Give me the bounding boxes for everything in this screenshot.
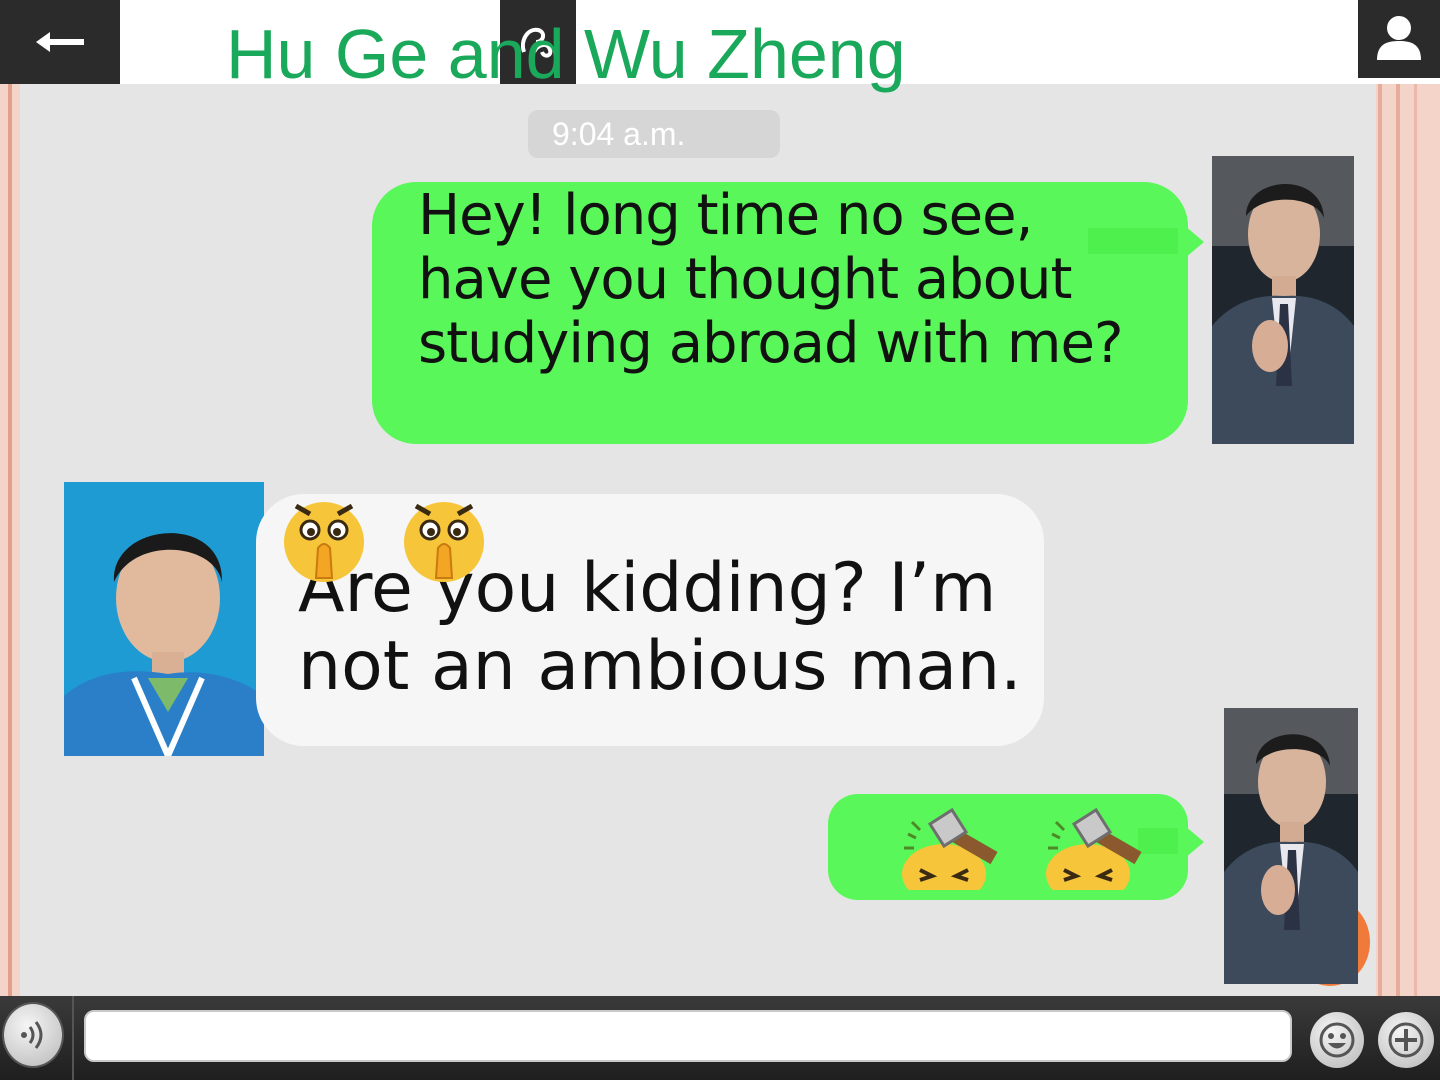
- shh-emoji: [280, 494, 368, 589]
- voice-icon: [21, 1021, 43, 1049]
- profile-button[interactable]: [1358, 0, 1440, 78]
- avatar-hu-ge[interactable]: [1224, 708, 1358, 984]
- shh-emoji: [400, 494, 488, 589]
- slide-frame-left: [0, 84, 20, 996]
- slide-frame-right: [1376, 84, 1440, 996]
- emoji-button[interactable]: [1310, 1012, 1364, 1068]
- message-input[interactable]: [84, 1010, 1292, 1062]
- avatar-hu-ge[interactable]: [1212, 156, 1354, 444]
- voice-button[interactable]: [4, 1004, 62, 1066]
- user-icon: [1377, 16, 1421, 60]
- plus-icon: [1388, 1022, 1424, 1058]
- input-divider: [72, 996, 74, 1080]
- plus-button[interactable]: [1378, 1012, 1434, 1068]
- back-button[interactable]: [0, 0, 120, 84]
- message-timestamp: 9:04 a.m.: [528, 110, 780, 158]
- arrow-left-icon: [36, 32, 84, 52]
- hammer-hit-emoji: [1044, 804, 1148, 904]
- smiley-icon: [1319, 1022, 1355, 1058]
- avatar-wu-zheng[interactable]: [64, 482, 264, 756]
- chat-title: Hu Ge and Wu Zheng: [226, 15, 906, 93]
- hammer-hit-emoji: [900, 804, 1004, 904]
- sent-message-text: Hey! long time no see, have you thought …: [418, 183, 1124, 376]
